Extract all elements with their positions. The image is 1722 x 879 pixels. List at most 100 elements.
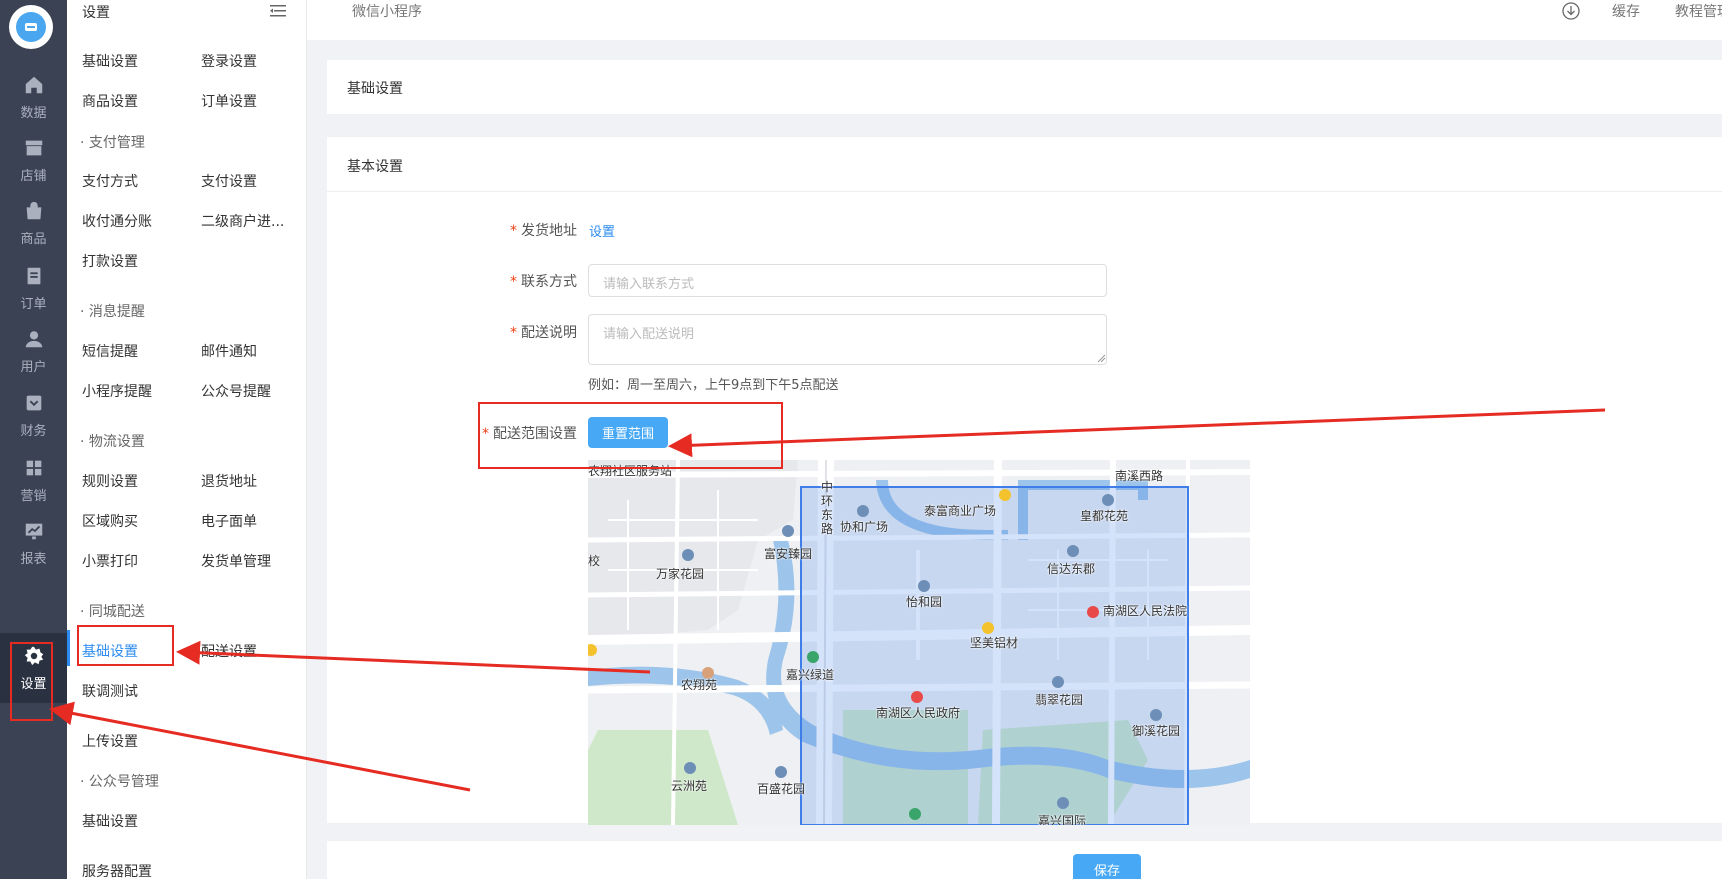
rail-item-label: 订单 [20,296,47,312]
tutorial-link[interactable]: 教程管理 [1675,1,1722,21]
menu-item-goods-settings[interactable]: 商品设置 [82,91,138,111]
card-title: 基础设置 [347,81,403,97]
menu-item-rule-settings[interactable]: 规则设置 [82,471,138,491]
menu-item-e-waybill[interactable]: 电子面单 [201,511,257,531]
map-label-road: 中环东路 [821,480,834,536]
menu-item-pay-method[interactable]: 支付方式 [82,171,138,191]
home-icon [25,76,42,93]
map-label: 怡和园 [906,595,943,609]
map-label: 南溪西路 [1115,469,1164,483]
menu-group-city-delivery: · 同城配送 [80,604,145,620]
menu-item-city-delivery-settings[interactable]: 配送设置 [201,641,257,661]
map-label: 富安臻园 [764,547,813,561]
map-label: 万家花园 [656,567,705,581]
menu-item-shipping-manage[interactable]: 发货单管理 [201,551,271,571]
store-icon [25,140,42,155]
cache-link[interactable]: 缓存 [1612,1,1640,21]
menu-item-joint-test[interactable]: 联调测试 [82,681,138,701]
active-indicator [67,630,70,666]
app-logo[interactable] [9,5,53,49]
menu-item-receipt-print[interactable]: 小票打印 [82,551,138,571]
delivery-desc-textarea[interactable]: 请输入配送说明 [588,314,1107,365]
annotation-box-rail [10,642,53,721]
menu-group-payment: · 支付管理 [80,135,145,151]
rail-item-label: 财务 [20,423,47,439]
rail-item-label: 商品 [20,231,47,247]
menu-item-login-settings[interactable]: 登录设置 [201,51,257,71]
menu-title: 设置 [82,5,110,21]
main-nav-rail: 数据 店铺 商品 订单 用户 财务 营销 报表 设置 [0,0,67,879]
map-label: 协和广场 [840,520,889,534]
rail-item-store[interactable]: 店铺 [0,125,67,195]
save-card: 保存 [327,841,1722,879]
user-icon [25,330,42,347]
menu-item-return-address[interactable]: 退货地址 [201,471,257,491]
menu-item-payout-settings[interactable]: 打款设置 [82,251,138,271]
delivery-range-map[interactable]: 农翔社区服务站 南溪西路 泰富商业广场 皇都花苑 协和广场 富安臻园 信达东郡 … [588,460,1250,825]
menu-item-sub-merchant[interactable]: 二级商户进... [201,211,284,231]
menu-item-order-settings[interactable]: 订单设置 [201,91,257,111]
map-label: 御溪花园 [1132,724,1181,738]
menu-item-server-config[interactable]: 服务器配置 [82,861,152,879]
logo-icon [25,23,37,31]
map-label: 翡翠花园 [1035,693,1084,707]
save-button[interactable]: 保存 [1073,854,1141,879]
rail-item-reports[interactable]: 报表 [0,508,67,578]
menu-item-mail-notice[interactable]: 邮件通知 [201,341,257,361]
resize-handle-icon[interactable] [1097,354,1106,363]
map-label: 农翔苑 [681,678,718,692]
delivery-desc-hint: 例如：周一至周六，上午9点到下午5点配送 [588,378,839,393]
grid-icon [26,460,41,475]
menu-item-area-purchase[interactable]: 区域购买 [82,511,138,531]
menu-item-pay-settings[interactable]: 支付设置 [201,171,257,191]
map-label: 坚美铝材 [970,636,1019,650]
menu-group-official: · 公众号管理 [80,774,159,790]
contact-input[interactable]: 请输入联系方式 [588,264,1107,297]
map-label: 嘉兴绿道 [786,668,835,682]
map-label: 嘉兴国际 [1038,814,1087,825]
map-label: 云洲苑 [671,779,708,793]
collapse-menu-icon[interactable] [269,2,287,20]
download-icon[interactable] [1562,2,1580,20]
rail-item-goods[interactable]: 商品 [0,188,67,258]
annotation-box-range [478,402,783,469]
map-label: 南湖区人民法院 [1103,604,1188,618]
menu-item-official-base[interactable]: 基础设置 [82,811,138,831]
rail-item-label: 报表 [20,551,47,567]
map-label: 信达东郡 [1047,562,1096,576]
rail-item-orders[interactable]: 订单 [0,253,67,323]
top-bar: 微信小程序 缓存 教程管理 [307,0,1722,40]
menu-item-upload-settings[interactable]: 上传设置 [82,731,138,751]
map-label: 泰富商业广场 [924,504,997,518]
menu-item-official-notice[interactable]: 公众号提醒 [201,381,271,401]
rail-item-marketing[interactable]: 营销 [0,445,67,515]
map-label: 校 [588,554,601,568]
ship-address-set-link[interactable]: 设置 [589,221,615,240]
rail-item-label: 营销 [20,488,47,504]
rail-item-finance[interactable]: 财务 [0,380,67,450]
breadcrumb[interactable]: 微信小程序 [352,1,422,21]
base-settings-card: 基础设置 [327,60,1722,114]
card-title: 基本设置 [347,159,403,175]
divider [327,191,1722,192]
bag-icon [26,201,41,219]
settings-menu: 设置 基础设置 登录设置 商品设置 订单设置 · 支付管理 支付方式 支付设置 … [67,0,307,879]
chart-icon [25,523,42,539]
menu-item-split-account[interactable]: 收付通分账 [82,211,152,231]
map-label: 百盛花园 [757,782,806,796]
order-icon [27,267,40,284]
map-label: 皇都花苑 [1080,509,1129,523]
rail-item-users[interactable]: 用户 [0,316,67,386]
rail-item-label: 店铺 [20,168,47,184]
annotation-box-menu [77,625,174,666]
menu-item-miniapp-notice[interactable]: 小程序提醒 [82,381,152,401]
map-canvas [588,460,1250,825]
map-label: 南湖区人民政府 [876,706,961,720]
ship-address-label: * 发货地址 [510,223,577,239]
menu-item-base-settings[interactable]: 基础设置 [82,51,138,71]
menu-item-sms-notice[interactable]: 短信提醒 [82,341,138,361]
rail-item-data[interactable]: 数据 [0,62,67,132]
contact-label: * 联系方式 [510,274,577,290]
rail-item-label: 数据 [20,105,47,121]
menu-group-logistics: · 物流设置 [80,434,145,450]
